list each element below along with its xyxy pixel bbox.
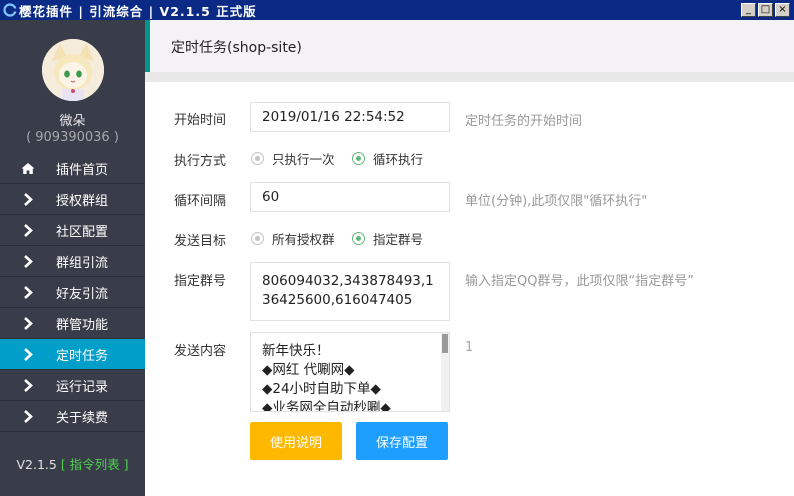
sidebar: 微朵 ( 909390036 ) 插件首页 授权群组 社区配置 群组引流 好友引… — [0, 20, 145, 496]
content-label: 发送内容 — [174, 344, 227, 359]
content-scrollbar[interactable] — [441, 333, 449, 411]
sidebar-item-label: 好友引流 — [56, 286, 109, 302]
content-line: ◆24小时自助下单◆ — [262, 381, 381, 397]
sidebar-item-group-management[interactable]: 群管功能 — [0, 308, 145, 339]
radio-label: 只执行一次 — [272, 152, 335, 167]
header-divider — [145, 72, 794, 82]
sidebar-item-label: 群组引流 — [56, 255, 109, 271]
start-time-input[interactable]: 2019/01/16 22:54:52 — [250, 102, 450, 132]
radio-label: 所有授权群 — [272, 232, 335, 247]
chevron-right-icon — [21, 192, 35, 206]
sidebar-footer: V2.1.5 [ 指令列表 ] — [0, 454, 145, 473]
radio-loop-run[interactable]: 循环执行 — [352, 149, 423, 168]
sidebar-item-label: 定时任务 — [56, 348, 109, 364]
radio-unchecked-icon — [251, 152, 264, 165]
window-title: 樱花插件 | 引流综合 | V2.1.5 正式版 — [19, 3, 257, 19]
chevron-right-icon — [21, 254, 35, 268]
radio-checked-icon — [352, 232, 365, 245]
exec-mode-label: 执行方式 — [174, 154, 227, 169]
sidebar-item-authorized-groups[interactable]: 授权群组 — [0, 184, 145, 215]
groups-textarea[interactable]: 806094032,343878493,136425600,616047405 — [250, 262, 450, 321]
interval-input[interactable]: 60 — [250, 182, 450, 212]
scrollbar-thumb[interactable] — [442, 334, 448, 353]
groups-hint: 输入指定QQ群号，此项仅限“指定群号” — [465, 274, 694, 289]
radio-run-once[interactable]: 只执行一次 — [251, 149, 335, 168]
avatar[interactable] — [42, 39, 104, 101]
sidebar-item-group-traffic[interactable]: 群组引流 — [0, 246, 145, 277]
chevron-right-icon — [21, 378, 35, 392]
interval-label: 循环间隔 — [174, 194, 227, 209]
page-header: 定时任务(shop-site) — [145, 20, 794, 72]
home-icon — [21, 161, 35, 175]
chevron-right-icon — [21, 223, 35, 237]
help-button[interactable]: 使用说明 — [250, 422, 342, 460]
minimize-button[interactable]: _ — [741, 3, 756, 17]
page-title: 定时任务(shop-site) — [171, 40, 302, 56]
sidebar-item-label: 授权群组 — [56, 193, 109, 209]
sidebar-menu: 插件首页 授权群组 社区配置 群组引流 好友引流 群管功能 定时任务 运行记录 … — [0, 153, 145, 432]
user-id: ( 909390036 ) — [26, 130, 119, 145]
sidebar-item-run-log[interactable]: 运行记录 — [0, 370, 145, 401]
sidebar-item-label: 关于续费 — [56, 410, 109, 426]
radio-all-groups[interactable]: 所有授权群 — [251, 229, 335, 248]
start-time-hint: 定时任务的开始时间 — [465, 114, 583, 129]
radio-specified-groups[interactable]: 指定群号 — [352, 229, 423, 248]
window-controls: _ □ × — [741, 3, 790, 17]
save-config-button[interactable]: 保存配置 — [356, 422, 448, 460]
app-logo-icon — [3, 3, 17, 17]
sidebar-item-label: 运行记录 — [56, 379, 109, 395]
radio-label: 循环执行 — [373, 152, 424, 167]
sidebar-item-renewal[interactable]: 关于续费 — [0, 401, 145, 432]
chevron-right-icon — [21, 316, 35, 330]
groups-label: 指定群号 — [174, 274, 227, 289]
radio-label: 指定群号 — [373, 232, 424, 247]
sidebar-item-label: 群管功能 — [56, 317, 109, 333]
radio-checked-icon — [352, 152, 365, 165]
sidebar-item-friend-traffic[interactable]: 好友引流 — [0, 277, 145, 308]
sidebar-item-scheduled-tasks[interactable]: 定时任务 — [0, 339, 145, 370]
chevron-right-icon — [21, 347, 35, 361]
maximize-button[interactable]: □ — [758, 3, 773, 17]
chevron-right-icon — [21, 409, 35, 423]
command-list-link[interactable]: [ 指令列表 ] — [61, 457, 129, 472]
start-time-label: 开始时间 — [174, 113, 227, 128]
radio-unchecked-icon — [251, 232, 264, 245]
content-counter: 1 — [465, 340, 474, 355]
version-label: V2.1.5 — [16, 457, 57, 472]
content-line: ◆业务网全自动秒唰◆ — [262, 400, 391, 412]
sidebar-item-label: 插件首页 — [56, 162, 109, 178]
sidebar-item-community-config[interactable]: 社区配置 — [0, 215, 145, 246]
window-title-bar[interactable]: 樱花插件 | 引流综合 | V2.1.5 正式版 _ □ × — [0, 0, 794, 20]
interval-hint: 单位(分钟),此项仅限"循环执行" — [465, 194, 648, 209]
sidebar-item-label: 社区配置 — [56, 224, 109, 240]
content-line: ◆网红 代唰网◆ — [262, 362, 355, 378]
close-button[interactable]: × — [775, 3, 790, 17]
username: 微朵 — [59, 114, 86, 129]
content-textarea[interactable]: 新年快乐！ ◆网红 代唰网◆ ◆24小时自助下单◆ ◆业务网全自动秒唰◆ — [250, 332, 450, 412]
content-line: 新年快乐！ — [262, 343, 330, 359]
chevron-right-icon — [21, 285, 35, 299]
target-label: 发送目标 — [174, 234, 227, 249]
sidebar-item-home[interactable]: 插件首页 — [0, 153, 145, 184]
